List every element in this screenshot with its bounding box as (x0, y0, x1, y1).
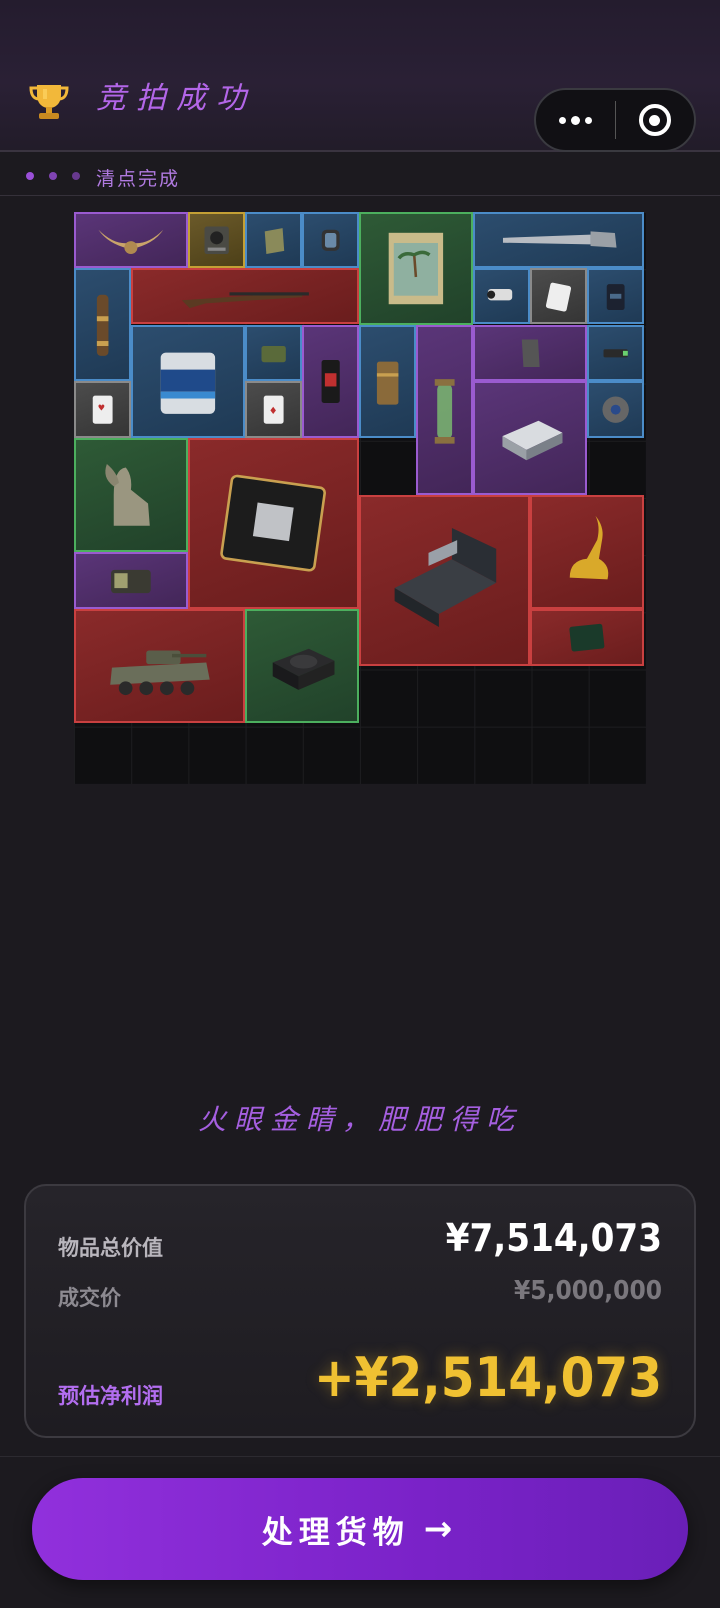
coffee-bag-icon[interactable] (587, 268, 644, 324)
tank-icon[interactable] (74, 609, 245, 723)
horn-amulet-icon[interactable] (74, 212, 188, 268)
net-profit-amount: +¥2,514,073 (313, 1346, 662, 1409)
tablet-icon[interactable] (473, 325, 587, 381)
status-bar: 清点完成 (0, 156, 720, 196)
deal-price-amount: ¥5,000,000 (514, 1276, 662, 1306)
deer-icon[interactable] (530, 495, 644, 609)
psu-icon[interactable] (245, 609, 359, 723)
arrow-right-icon: → (423, 1509, 459, 1549)
process-goods-button[interactable]: 处理货物 → (32, 1478, 688, 1580)
status-text: 清点完成 (96, 168, 181, 190)
watch-icon[interactable] (302, 212, 359, 268)
router-icon[interactable] (473, 381, 587, 495)
rifle-icon[interactable] (131, 268, 359, 324)
footer-divider (0, 1456, 720, 1457)
deal-price-label: 成交价 (58, 1286, 121, 1310)
page-title: 竞拍成功 (96, 81, 256, 116)
case-icon[interactable] (359, 495, 530, 666)
svg-text:♥: ♥ (98, 402, 105, 412)
inventory-grid: ♥ ♦ (74, 212, 646, 784)
trophy-icon (26, 78, 72, 124)
net-profit-label: 预估净利润 (58, 1384, 163, 1408)
slogan-text: 火眼金睛，肥肥得吃 (197, 1103, 522, 1136)
card-icon[interactable]: ♦ (245, 381, 302, 438)
disc-icon[interactable] (587, 381, 644, 438)
card-icon[interactable] (530, 268, 587, 324)
total-value-label: 物品总价值 (58, 1236, 163, 1260)
telescope-icon[interactable] (74, 268, 131, 381)
radio-module-icon[interactable] (188, 212, 245, 268)
more-dots-icon[interactable] (536, 90, 615, 150)
target-close-icon[interactable] (616, 90, 695, 150)
header-bar: 竞拍成功 (0, 0, 720, 152)
radio-icon[interactable] (74, 552, 188, 609)
paint-can-icon[interactable] (131, 325, 245, 438)
painting-icon[interactable] (359, 212, 473, 325)
process-goods-label: 处理货物 (261, 1514, 410, 1551)
total-value-amount: ¥7,514,073 (445, 1216, 662, 1260)
mini-program-capsule (534, 88, 696, 152)
cpu-icon[interactable] (188, 438, 359, 609)
bag-icon[interactable] (245, 212, 302, 268)
ammo-icon[interactable] (359, 325, 416, 438)
tin-icon[interactable] (245, 325, 302, 381)
lantern-icon[interactable] (416, 325, 473, 495)
usb-icon[interactable] (587, 325, 644, 381)
saw-icon[interactable] (473, 212, 644, 268)
tablet-device-icon[interactable] (530, 609, 644, 666)
progress-dots (26, 172, 80, 180)
camera-icon[interactable] (473, 268, 530, 324)
sphinx-icon[interactable] (74, 438, 188, 552)
snack-icon[interactable] (302, 325, 359, 438)
profit-summary-card: 物品总价值 ¥7,514,073 成交价 ¥5,000,000 预估净利润 +¥… (24, 1184, 696, 1438)
card-icon[interactable]: ♥ (74, 381, 131, 438)
svg-text:♦: ♦ (269, 406, 278, 417)
